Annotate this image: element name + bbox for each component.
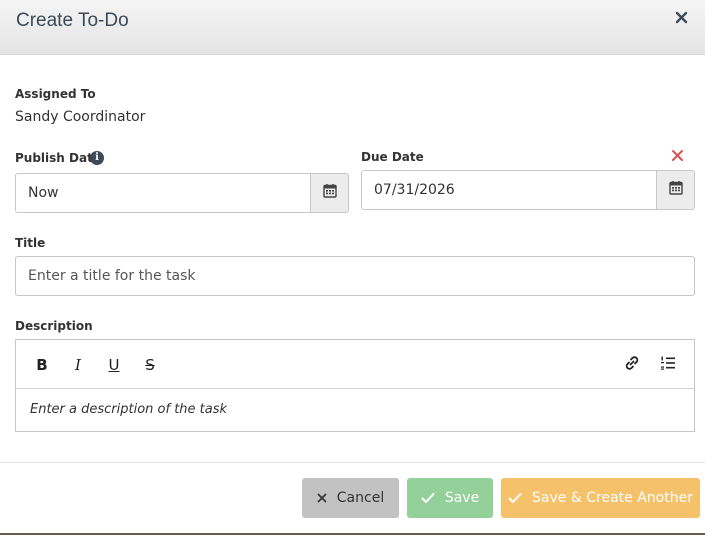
title-input[interactable]: Enter a title for the task [15, 256, 695, 296]
strikethrough-icon: S [145, 356, 155, 374]
ordered-list-button[interactable] [658, 355, 678, 375]
due-date-value: 07/31/2026 [374, 182, 455, 198]
publish-date-label: Publish Date [15, 151, 101, 165]
calendar-icon [322, 183, 337, 203]
modal-header: Create To-Do [0, 0, 705, 55]
bold-button[interactable]: B [32, 355, 52, 375]
italic-icon: I [75, 356, 81, 374]
info-icon[interactable]: i [90, 151, 104, 165]
publish-date-calendar-button[interactable] [310, 174, 348, 212]
bold-icon: B [36, 356, 48, 374]
save-and-create-another-label: Save & Create Another [532, 490, 693, 506]
close-icon[interactable] [673, 9, 691, 27]
footer-divider [0, 462, 705, 463]
publish-date-value: Now [28, 185, 59, 201]
editor-toolbar: B I U S [16, 340, 694, 389]
due-date-field[interactable]: 07/31/2026 [361, 170, 695, 210]
check-icon [508, 492, 522, 504]
due-date-label: Due Date [361, 150, 424, 164]
clear-due-date-icon[interactable] [671, 149, 684, 167]
close-icon [317, 493, 327, 503]
title-label: Title [15, 236, 46, 250]
check-icon [421, 492, 435, 504]
ordered-list-icon [660, 355, 676, 375]
link-button[interactable] [622, 355, 642, 375]
assigned-to-value: Sandy Coordinator [15, 109, 146, 125]
modal-title: Create To-Do [16, 10, 129, 31]
description-editor[interactable]: B I U S Enter a description of the task [15, 339, 695, 432]
assigned-to-label: Assigned To [15, 87, 96, 101]
title-placeholder: Enter a title for the task [28, 268, 196, 284]
description-placeholder: Enter a description of the task [30, 402, 228, 417]
cancel-label: Cancel [336, 490, 385, 506]
underline-button[interactable]: U [104, 355, 124, 375]
strikethrough-button[interactable]: S [140, 355, 160, 375]
save-label: Save [444, 490, 480, 506]
cancel-button[interactable]: Cancel [302, 478, 399, 518]
publish-date-field[interactable]: Now [15, 173, 349, 213]
link-icon [624, 355, 640, 375]
calendar-icon [668, 180, 683, 200]
save-button[interactable]: Save [407, 478, 493, 518]
create-todo-modal: Create To-Do Assigned To Sandy Coordinat… [0, 0, 705, 533]
due-date-calendar-button[interactable] [656, 171, 694, 209]
underline-icon: U [108, 356, 120, 374]
italic-button[interactable]: I [68, 355, 88, 375]
description-label: Description [15, 319, 93, 333]
save-and-create-another-button[interactable]: Save & Create Another [501, 478, 700, 518]
